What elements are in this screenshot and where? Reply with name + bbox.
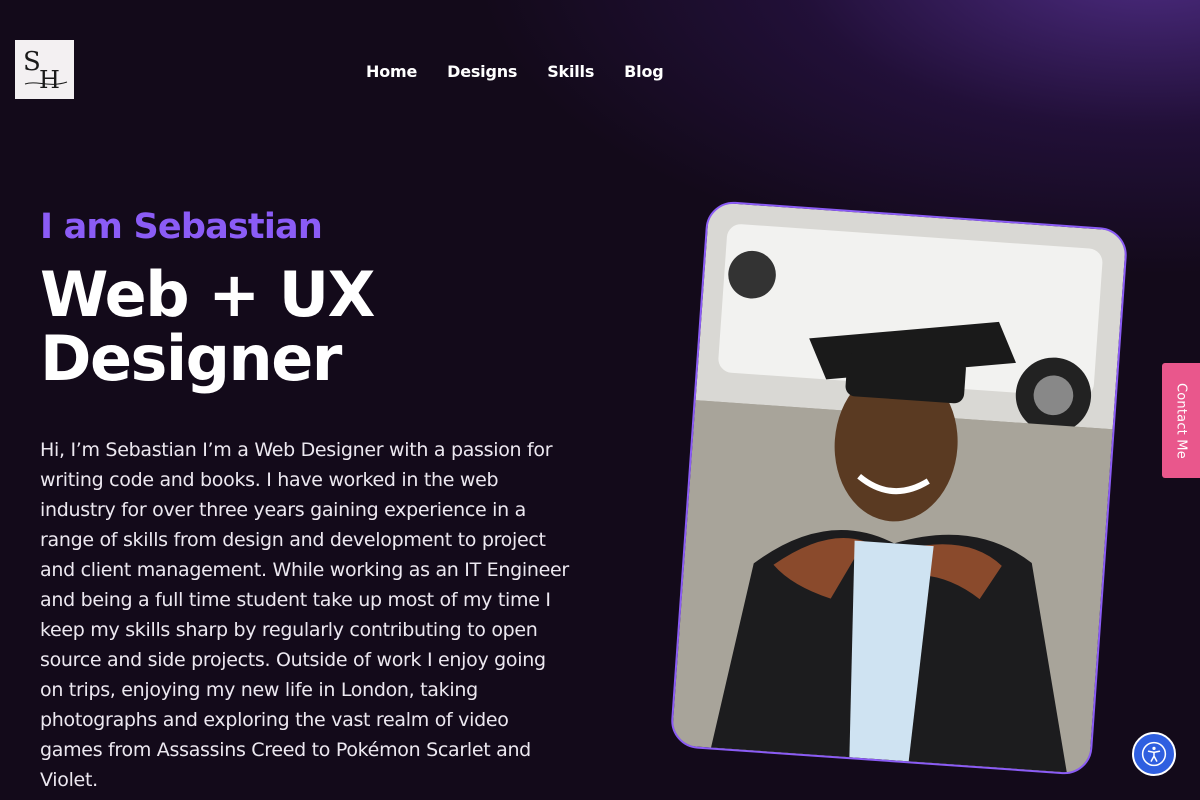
hero-headline: Web + UX Designer [40, 263, 580, 391]
hero-eyebrow: I am Sebastian [40, 207, 323, 247]
headline-line-2: Designer [40, 322, 342, 395]
hero-bio: Hi, I’m Sebastian I’m a Web Designer wit… [40, 439, 569, 791]
svg-text:H: H [39, 66, 60, 94]
nav-designs[interactable]: Designs [447, 62, 517, 81]
contact-me-label: Contact Me [1173, 382, 1189, 459]
nav-blog[interactable]: Blog [624, 62, 664, 81]
logo-monogram-icon: S H [23, 47, 67, 94]
main-nav: Home Designs Skills Blog [366, 62, 664, 81]
nav-skills[interactable]: Skills [547, 62, 594, 81]
nav-home[interactable]: Home [366, 62, 417, 81]
contact-me-tab[interactable]: Contact Me [1162, 363, 1200, 478]
accessibility-button[interactable] [1132, 732, 1176, 776]
headline-line-1: Web + UX [40, 258, 375, 331]
profile-photo [669, 199, 1129, 777]
accessibility-icon [1141, 741, 1167, 767]
portrait-illustration [671, 202, 1127, 774]
hero-intro: I am Sebastian Web + UX Designer Hi, I’m… [40, 205, 580, 795]
site-logo[interactable]: S H [15, 40, 74, 99]
